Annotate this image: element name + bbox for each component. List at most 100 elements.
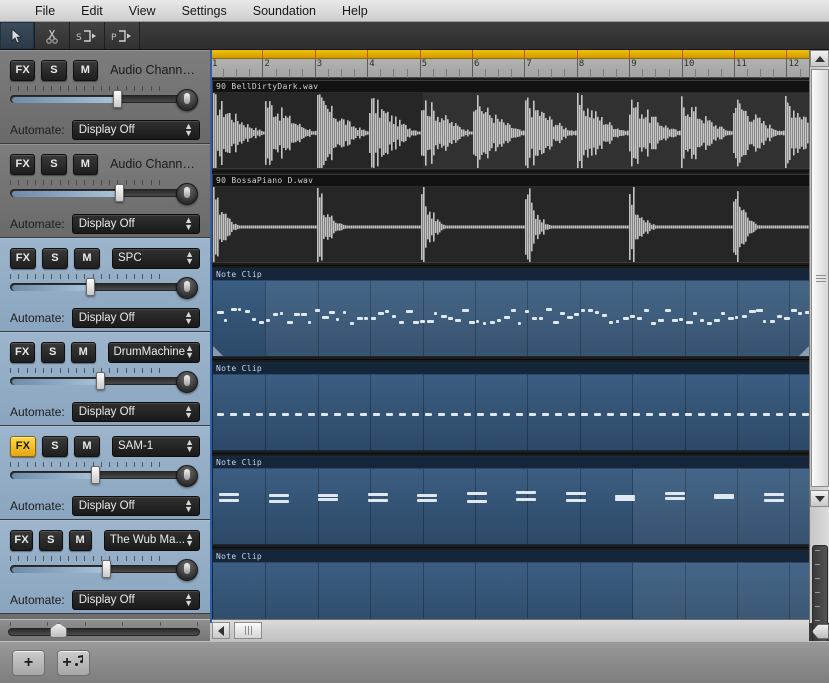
solo-button[interactable]: S — [41, 153, 67, 175]
note-clip[interactable]: Note Clip — [212, 550, 810, 623]
track-lane[interactable]: Note Clip — [210, 548, 810, 623]
pointer-tool-button[interactable] — [0, 22, 35, 49]
fx-button[interactable]: FX — [10, 529, 34, 551]
automate-select[interactable]: Display Off ▲ ▼ — [71, 496, 200, 516]
track-lane[interactable]: 90 BossaPiano D.wav — [210, 172, 810, 266]
fx-button[interactable]: FX — [10, 153, 36, 175]
instrument-select[interactable]: The Wub Ma... ▲ ▼ — [103, 529, 200, 551]
track-lane[interactable]: 90 BellDirtyDark.wav — [210, 78, 810, 172]
solo-button[interactable]: S — [39, 529, 63, 551]
arrangement-area[interactable]: 1 2 3 4 5 6 7 8 9 10 11 12 90 BellDirtyDark.wav 90 B… — [210, 50, 829, 623]
fx-button[interactable]: FX — [10, 341, 35, 363]
automate-select[interactable]: Display Off ▲ ▼ — [71, 120, 200, 140]
menu-item-soundation[interactable]: Soundation — [240, 1, 329, 21]
volume-knob[interactable] — [96, 372, 106, 390]
note-clip-barline — [422, 563, 424, 623]
vertical-scrollbar[interactable] — [809, 50, 829, 671]
track-header[interactable]: FX S M SAM-1 ▲ ▼ Automate: Display Off ▲ ▼ — [0, 426, 210, 520]
playhead-cursor[interactable] — [210, 50, 212, 623]
scroll-down-button[interactable] — [810, 490, 829, 507]
pan-knob[interactable] — [176, 371, 198, 393]
track-lanes[interactable]: 90 BellDirtyDark.wav 90 BossaPiano D.wav N… — [210, 78, 810, 623]
fx-button[interactable]: FX — [10, 435, 36, 457]
volume-slider[interactable] — [10, 189, 188, 197]
volume-knob[interactable] — [86, 278, 96, 296]
automate-select[interactable]: Display Off ▲ ▼ — [71, 590, 200, 610]
add-instrument-track-button[interactable]: + — [57, 650, 90, 676]
track-lane[interactable]: Note Clip — [210, 360, 810, 454]
track-header[interactable]: FX S M The Wub Ma... ▲ ▼ Automate: Displa… — [0, 520, 210, 614]
pan-knob[interactable] — [176, 277, 198, 299]
loop-region-bar[interactable] — [210, 50, 810, 59]
horizontal-scrollbar[interactable] — [210, 619, 809, 641]
note-clip[interactable]: Note Clip — [212, 362, 810, 451]
scroll-grip-icon — [816, 273, 826, 283]
pan-knob[interactable] — [176, 89, 198, 111]
mute-button[interactable]: M — [74, 435, 100, 457]
menu-item-edit[interactable]: Edit — [68, 1, 116, 21]
volume-knob[interactable] — [115, 184, 125, 202]
automate-select[interactable]: Display Off ▲ ▼ — [71, 308, 200, 328]
track-header[interactable]: FX S M Audio Channel 1 Automate: Display… — [0, 50, 210, 144]
track-lane[interactable]: Note Clip — [210, 266, 810, 360]
midi-note — [466, 500, 487, 503]
timeline-ruler[interactable]: 1 2 3 4 5 6 7 8 9 10 11 12 — [210, 50, 827, 78]
clip-resize-handle[interactable] — [213, 346, 223, 356]
mute-button[interactable]: M — [71, 341, 96, 363]
instrument-select[interactable]: SPC ▲ ▼ — [112, 247, 200, 269]
pan-knob[interactable] — [176, 183, 198, 205]
cut-tool-button[interactable] — [35, 22, 70, 49]
track-header[interactable]: FX S M SPC ▲ ▼ Automate: Display Off ▲ ▼ — [0, 238, 210, 332]
track-headers-panel[interactable]: FX S M Audio Channel 1 Automate: Display… — [0, 50, 210, 623]
audio-clip[interactable]: 90 BellDirtyDark.wav — [212, 80, 810, 169]
instrument-select[interactable]: DrumMachine ▲ ▼ — [107, 341, 200, 363]
note-clip[interactable]: Note Clip — [212, 268, 810, 357]
add-track-button[interactable]: + — [12, 650, 45, 676]
track-lane[interactable]: Note Clip — [210, 454, 810, 548]
mute-button[interactable]: M — [68, 529, 92, 551]
scroll-left-button[interactable] — [212, 622, 230, 639]
automate-select[interactable]: Display Off ▲ ▼ — [71, 402, 200, 422]
fx-button[interactable]: FX — [10, 247, 36, 269]
note-clip-barline — [422, 375, 424, 450]
solo-button[interactable]: S — [42, 435, 68, 457]
mute-button[interactable]: M — [72, 153, 99, 175]
volume-slider[interactable] — [10, 283, 188, 291]
automate-select[interactable]: Display Off ▲ ▼ — [71, 214, 200, 234]
solo-button[interactable]: S — [40, 341, 65, 363]
vertical-scroll-thumb[interactable] — [811, 69, 829, 487]
paint-tool-button[interactable]: P — [105, 22, 140, 49]
menu-item-help[interactable]: Help — [329, 1, 381, 21]
solo-button[interactable]: S — [42, 247, 68, 269]
track-header[interactable]: FX S M Audio Channel 2 Automate: Display… — [0, 144, 210, 238]
volume-knob[interactable] — [113, 90, 123, 108]
pan-knob[interactable] — [176, 559, 198, 581]
note-clip[interactable]: Note Clip — [212, 456, 810, 545]
pan-knob[interactable] — [176, 465, 198, 487]
audio-clip[interactable]: 90 BossaPiano D.wav — [212, 174, 810, 263]
volume-fill — [12, 473, 96, 479]
midi-note — [451, 413, 458, 416]
volume-slider[interactable] — [10, 95, 188, 103]
menu-item-settings[interactable]: Settings — [169, 1, 240, 21]
mute-button[interactable]: M — [74, 247, 100, 269]
note-clip-barline — [579, 469, 581, 544]
instrument-select[interactable]: SAM-1 ▲ ▼ — [112, 435, 200, 457]
volume-slider[interactable] — [10, 565, 188, 573]
menu-item-view[interactable]: View — [116, 1, 169, 21]
menu-item-file[interactable]: File — [22, 1, 68, 21]
mute-button[interactable]: M — [72, 59, 99, 81]
slice-tool-button[interactable]: S — [70, 22, 105, 49]
scroll-up-button[interactable] — [810, 50, 829, 67]
fx-button[interactable]: FX — [10, 59, 36, 81]
volume-knob[interactable] — [91, 466, 101, 484]
volume-knob[interactable] — [101, 560, 111, 578]
horizontal-zoom-slider[interactable] — [0, 619, 210, 641]
horizontal-scroll-thumb[interactable] — [234, 622, 262, 639]
solo-button[interactable]: S — [41, 59, 67, 81]
track-header[interactable]: FX S M DrumMachine ▲ ▼ Automate: Display … — [0, 332, 210, 426]
note-clip-barline — [265, 375, 267, 450]
ruler-sub-mark — [694, 69, 696, 78]
midi-note — [295, 413, 302, 416]
midi-note — [477, 413, 484, 416]
